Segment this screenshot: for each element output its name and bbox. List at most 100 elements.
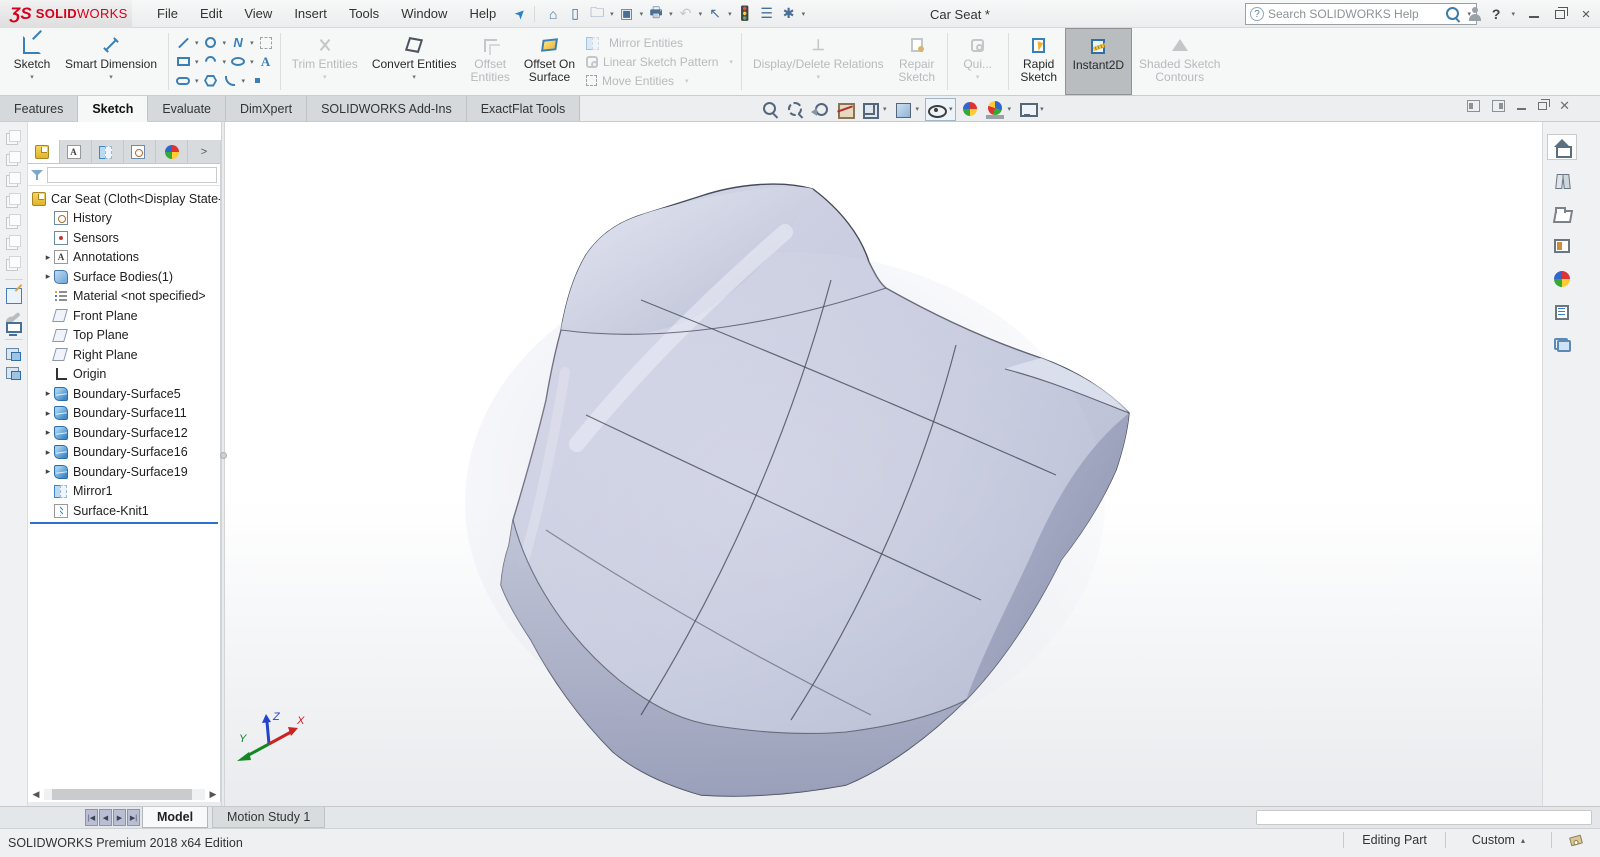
displaymanager-tab[interactable] bbox=[156, 140, 188, 163]
tree-item-surface-knit1[interactable]: Surface-Knit1 bbox=[28, 501, 220, 521]
search-icon[interactable] bbox=[1444, 5, 1462, 23]
select-caret-icon[interactable]: ▾ bbox=[728, 10, 732, 18]
user-account-icon[interactable] bbox=[1468, 7, 1482, 21]
selection-box-tool-button[interactable] bbox=[258, 35, 274, 51]
select-button[interactable]: ↖ bbox=[705, 6, 725, 22]
zoom-to-area-button[interactable] bbox=[785, 99, 806, 120]
point-tool-button[interactable] bbox=[249, 73, 265, 89]
document-close-button[interactable]: ✕ bbox=[1559, 98, 1570, 114]
minimize-button[interactable] bbox=[1526, 6, 1542, 22]
polygon-tool-button[interactable] bbox=[203, 73, 219, 89]
print-button[interactable]: 🖶 bbox=[646, 6, 666, 22]
restore-button[interactable] bbox=[1552, 6, 1568, 22]
open-button[interactable]: 🗀 bbox=[587, 6, 607, 22]
settings-gear-caret-icon[interactable]: ▾ bbox=[802, 10, 806, 18]
menu-tools[interactable]: Tools bbox=[338, 1, 390, 26]
print-caret-icon[interactable]: ▾ bbox=[669, 10, 673, 18]
scroll-right-icon[interactable]: ▶ bbox=[207, 789, 219, 801]
tree-item-history[interactable]: History bbox=[28, 209, 220, 229]
view-orientation-caret-icon[interactable]: ▾ bbox=[883, 105, 887, 113]
copy-window-icon[interactable] bbox=[6, 348, 21, 361]
appearances-button[interactable] bbox=[1547, 266, 1577, 292]
file-explorer-button[interactable] bbox=[1547, 200, 1577, 226]
tree-item-material-not-specified[interactable]: Material <not specified> bbox=[28, 287, 220, 307]
dimxpertmanager-tab[interactable] bbox=[124, 140, 156, 163]
expand-arrow-icon[interactable]: ▸ bbox=[42, 388, 54, 399]
apply-scene-caret-icon[interactable]: ▾ bbox=[1008, 105, 1012, 113]
offset-on-surface-button[interactable]: Offset On Surface bbox=[517, 28, 582, 95]
view-orientation-button[interactable]: ▾ bbox=[860, 99, 889, 120]
display-style-button[interactable]: ▾ bbox=[893, 99, 922, 120]
rapid-sketch-button[interactable]: Rapid Sketch bbox=[1013, 28, 1065, 95]
collapse-left-pane-icon[interactable] bbox=[1467, 100, 1480, 112]
document-minimize-button[interactable] bbox=[1517, 103, 1526, 110]
menu-insert[interactable]: Insert bbox=[283, 1, 338, 26]
tree-item-right-plane[interactable]: Right Plane bbox=[28, 345, 220, 365]
search-input[interactable] bbox=[1268, 7, 1440, 21]
view-cube-icon[interactable] bbox=[6, 214, 21, 229]
smart-dimension-button[interactable]: Smart Dimension▾ bbox=[58, 28, 164, 95]
scroll-left-icon[interactable]: ◀ bbox=[30, 789, 42, 801]
hide-show-items-button[interactable]: ▾ bbox=[925, 98, 956, 121]
sketch-button[interactable]: Sketch▾ bbox=[6, 28, 58, 95]
menu-view[interactable]: View bbox=[233, 1, 283, 26]
save-button[interactable]: ▣ bbox=[617, 6, 637, 22]
previous-view-button[interactable] bbox=[810, 99, 831, 120]
tree-item-boundary-surface16[interactable]: ▸Boundary-Surface16 bbox=[28, 443, 220, 463]
help-icon[interactable]: ? bbox=[1492, 6, 1501, 22]
scrollbar-thumb[interactable] bbox=[52, 789, 192, 800]
configurationmanager-tab[interactable] bbox=[92, 140, 124, 163]
expand-arrow-icon[interactable]: ▸ bbox=[42, 427, 54, 438]
section-view-button[interactable] bbox=[835, 99, 856, 120]
paste-window-icon[interactable] bbox=[6, 367, 21, 380]
close-button[interactable]: × bbox=[1578, 6, 1594, 22]
tree-item-boundary-surface11[interactable]: ▸Boundary-Surface11 bbox=[28, 404, 220, 424]
menu-window[interactable]: Window bbox=[390, 1, 458, 26]
custom-properties-button[interactable] bbox=[1547, 299, 1577, 325]
design-library-button[interactable] bbox=[1547, 167, 1577, 193]
slot-tool-button[interactable] bbox=[175, 73, 191, 89]
help-caret-icon[interactable]: ▾ bbox=[1511, 10, 1515, 18]
view-cube-icon[interactable] bbox=[6, 172, 21, 187]
home-button[interactable]: ⌂ bbox=[543, 6, 563, 22]
expand-arrow-icon[interactable]: ▸ bbox=[42, 271, 54, 282]
tree-item-surface-bodies-1[interactable]: ▸Surface Bodies(1) bbox=[28, 267, 220, 287]
view-palette-button[interactable] bbox=[1547, 233, 1577, 259]
previous-tab-icon[interactable]: ◀ bbox=[99, 809, 112, 826]
tab-model[interactable]: Model bbox=[142, 807, 208, 828]
view-cube-icon[interactable] bbox=[6, 256, 21, 271]
arc-tool-button[interactable] bbox=[203, 54, 219, 70]
tree-item-boundary-surface19[interactable]: ▸Boundary-Surface19 bbox=[28, 462, 220, 482]
undo-button[interactable]: ↶ bbox=[676, 6, 696, 22]
apply-scene-button[interactable]: ▾ bbox=[985, 99, 1014, 120]
forum-button[interactable] bbox=[1547, 332, 1577, 358]
tree-item-annotations[interactable]: ▸Annotations bbox=[28, 248, 220, 268]
home-pane-button[interactable] bbox=[1547, 134, 1577, 160]
sketch-fillet-tool-button[interactable] bbox=[222, 73, 238, 89]
tab-features[interactable]: Features bbox=[0, 96, 78, 122]
document-restore-button[interactable] bbox=[1538, 102, 1547, 110]
view-cube-icon[interactable] bbox=[6, 193, 21, 208]
featuremanager-tab[interactable] bbox=[28, 140, 60, 163]
rectangle-tool-button[interactable] bbox=[175, 54, 191, 70]
tab-motion-study[interactable]: Motion Study 1 bbox=[212, 807, 325, 828]
text-tool-button[interactable]: A bbox=[258, 54, 274, 70]
tab-evaluate[interactable]: Evaluate bbox=[148, 96, 226, 122]
menu-edit[interactable]: Edit bbox=[189, 1, 233, 26]
tab-dimxpert[interactable]: DimXpert bbox=[226, 96, 307, 122]
status-tags[interactable] bbox=[1551, 832, 1600, 848]
expand-arrow-icon[interactable]: ▸ bbox=[42, 466, 54, 477]
edit-appearance-button[interactable] bbox=[960, 99, 981, 120]
convert-entities-button[interactable]: Convert Entities▾ bbox=[365, 28, 464, 95]
rollback-bar[interactable] bbox=[30, 522, 218, 524]
tree-item-boundary-surface5[interactable]: ▸Boundary-Surface5 bbox=[28, 384, 220, 404]
tab-sketch[interactable]: Sketch bbox=[78, 96, 148, 122]
expand-arrow-icon[interactable]: ▸ bbox=[42, 408, 54, 419]
menu-help[interactable]: Help bbox=[458, 1, 507, 26]
monitor-export-icon[interactable] bbox=[6, 322, 22, 333]
save-caret-icon[interactable]: ▾ bbox=[640, 10, 644, 18]
zoom-to-fit-button[interactable] bbox=[760, 99, 781, 120]
view-cube-icon[interactable] bbox=[6, 130, 21, 145]
ellipse-tool-button[interactable] bbox=[230, 54, 246, 70]
tab-exactflat-tools[interactable]: ExactFlat Tools bbox=[467, 96, 581, 122]
